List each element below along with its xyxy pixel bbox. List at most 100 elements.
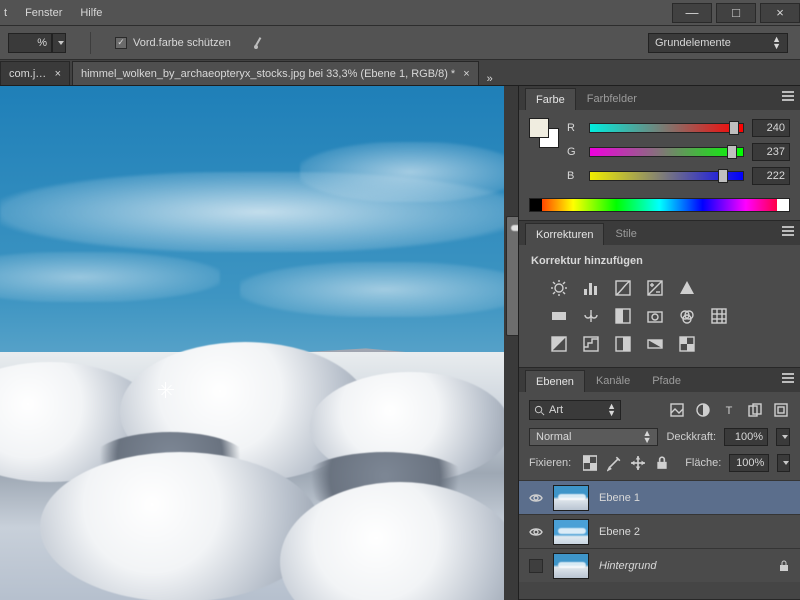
layer-filter-icons: T bbox=[668, 401, 790, 419]
tab-korrekturen[interactable]: Korrekturen bbox=[525, 223, 604, 245]
vibrance-icon[interactable] bbox=[677, 279, 697, 297]
lock-position-icon[interactable] bbox=[631, 456, 645, 470]
close-button[interactable]: × bbox=[760, 3, 800, 23]
vertical-scrollbar[interactable] bbox=[504, 86, 518, 600]
b-value-input[interactable]: 222 bbox=[752, 167, 790, 185]
exposure-icon[interactable] bbox=[645, 279, 665, 297]
window-controls: — □ × bbox=[668, 3, 800, 23]
filter-shape-icon[interactable] bbox=[746, 401, 764, 419]
document-tab-label: com.jpg bbox=[9, 68, 47, 80]
color-balance-icon[interactable] bbox=[581, 307, 601, 325]
canvas-viewport[interactable] bbox=[0, 86, 518, 600]
tab-kanaele[interactable]: Kanäle bbox=[585, 370, 641, 392]
gradient-map-icon[interactable] bbox=[645, 335, 665, 353]
foreground-color-swatch[interactable] bbox=[529, 118, 549, 138]
blend-mode-label: Normal bbox=[536, 431, 571, 443]
curves-icon[interactable] bbox=[613, 279, 633, 297]
g-label: G bbox=[567, 146, 581, 158]
tab-farbe[interactable]: Farbe bbox=[525, 88, 576, 110]
color-spectrum-bar[interactable] bbox=[529, 198, 790, 212]
panel-menu-icon[interactable] bbox=[782, 226, 794, 236]
blend-mode-dropdown[interactable]: Normal ▲▼ bbox=[529, 428, 658, 446]
visibility-toggle-icon[interactable] bbox=[529, 491, 543, 505]
panel-menu-icon[interactable] bbox=[782, 91, 794, 101]
right-panel-dock: Farbe Farbfelder R 240 bbox=[518, 86, 800, 600]
tab-overflow-icon[interactable]: » bbox=[487, 73, 493, 85]
document-tab-active[interactable]: himmel_wolken_by_archaeopteryx_stocks.jp… bbox=[72, 61, 479, 85]
filter-pixel-icon[interactable] bbox=[668, 401, 686, 419]
g-value-input[interactable]: 237 bbox=[752, 143, 790, 161]
minimize-button[interactable]: — bbox=[672, 3, 712, 23]
r-value-input[interactable]: 240 bbox=[752, 119, 790, 137]
invert-icon[interactable] bbox=[549, 335, 569, 353]
canvas-image bbox=[0, 86, 516, 600]
panel-menu-icon[interactable] bbox=[782, 373, 794, 383]
menu-fenster[interactable]: Fenster bbox=[25, 7, 62, 19]
menu-truncated[interactable]: t bbox=[4, 7, 7, 19]
tab-ebenen[interactable]: Ebenen bbox=[525, 370, 585, 392]
filter-adjust-icon[interactable] bbox=[694, 401, 712, 419]
levels-icon[interactable] bbox=[581, 279, 601, 297]
layer-name[interactable]: Ebene 1 bbox=[599, 492, 790, 504]
menu-hilfe[interactable]: Hilfe bbox=[80, 7, 102, 19]
fill-stepper[interactable] bbox=[777, 454, 790, 472]
layer-list: Ebene 1 Ebene 2 Hintergrund bbox=[519, 480, 800, 582]
document-tabbar: com.jpg × himmel_wolken_by_archaeopteryx… bbox=[0, 60, 800, 86]
layer-row[interactable]: Ebene 1 bbox=[519, 480, 800, 514]
layer-row[interactable]: Hintergrund bbox=[519, 548, 800, 582]
tab-farbfelder[interactable]: Farbfelder bbox=[576, 88, 648, 110]
filter-smart-icon[interactable] bbox=[772, 401, 790, 419]
color-lookup-icon[interactable] bbox=[709, 307, 729, 325]
threshold-icon[interactable] bbox=[613, 335, 633, 353]
black-white-icon[interactable] bbox=[613, 307, 633, 325]
layer-filter-label: Art bbox=[549, 404, 563, 416]
layer-name[interactable]: Ebene 2 bbox=[599, 526, 790, 538]
close-tab-icon[interactable]: × bbox=[463, 68, 469, 80]
protect-foreground-checkbox[interactable]: ✓ Vord.farbe schützen bbox=[115, 37, 231, 49]
fg-bg-swatch[interactable] bbox=[529, 118, 559, 148]
close-tab-icon[interactable]: × bbox=[55, 68, 61, 80]
document-tab-inactive[interactable]: com.jpg × bbox=[0, 61, 70, 85]
b-slider[interactable] bbox=[589, 171, 744, 181]
flow-percent-input[interactable]: % bbox=[8, 33, 52, 53]
visibility-toggle-icon[interactable] bbox=[529, 559, 543, 573]
pressure-brush-icon[interactable] bbox=[249, 35, 265, 51]
filter-type-icon[interactable]: T bbox=[720, 401, 738, 419]
updown-icon: ▲▼ bbox=[772, 36, 781, 50]
scrollbar-thumb[interactable] bbox=[506, 216, 518, 336]
visibility-toggle-icon[interactable] bbox=[529, 525, 543, 539]
layer-filter-dropdown[interactable]: Art ▲▼ bbox=[529, 400, 621, 420]
posterize-icon[interactable] bbox=[581, 335, 601, 353]
layer-row[interactable]: Ebene 2 bbox=[519, 514, 800, 548]
tab-pfade[interactable]: Pfade bbox=[641, 370, 692, 392]
maximize-button[interactable]: □ bbox=[716, 3, 756, 23]
flow-percent-stepper[interactable] bbox=[52, 33, 66, 53]
opacity-input[interactable]: 100% bbox=[724, 428, 768, 446]
color-panel: Farbe Farbfelder R 240 bbox=[519, 86, 800, 221]
adjustments-panel: Korrekturen Stile Korrektur hinzufügen bbox=[519, 221, 800, 368]
tab-stile[interactable]: Stile bbox=[604, 223, 647, 245]
document-tab-label: himmel_wolken_by_archaeopteryx_stocks.jp… bbox=[81, 68, 455, 80]
g-slider-row: G 237 bbox=[567, 142, 790, 162]
adjustments-heading: Korrektur hinzufügen bbox=[531, 255, 790, 267]
layers-panel: Ebenen Kanäle Pfade Art ▲▼ T bbox=[519, 368, 800, 600]
workspace-dropdown[interactable]: Grundelemente ▲▼ bbox=[648, 33, 788, 53]
hue-sat-icon[interactable] bbox=[549, 307, 569, 325]
lock-label: Fixieren: bbox=[529, 457, 571, 469]
opacity-stepper[interactable] bbox=[776, 428, 790, 446]
fill-input[interactable]: 100% bbox=[729, 454, 769, 472]
lock-pixels-icon[interactable] bbox=[607, 456, 621, 470]
selective-color-icon[interactable] bbox=[677, 335, 697, 353]
lock-transparency-icon[interactable] bbox=[583, 456, 597, 470]
svg-text:T: T bbox=[726, 405, 733, 417]
r-slider-row: R 240 bbox=[567, 118, 790, 138]
lock-all-icon[interactable] bbox=[655, 456, 669, 470]
layer-name[interactable]: Hintergrund bbox=[599, 560, 768, 572]
brightness-contrast-icon[interactable] bbox=[549, 279, 569, 297]
photo-filter-icon[interactable] bbox=[645, 307, 665, 325]
r-slider[interactable] bbox=[589, 123, 744, 133]
channel-mixer-icon[interactable] bbox=[677, 307, 697, 325]
checkbox-icon: ✓ bbox=[115, 37, 127, 49]
workspace-label: Grundelemente bbox=[655, 37, 731, 49]
g-slider[interactable] bbox=[589, 147, 744, 157]
